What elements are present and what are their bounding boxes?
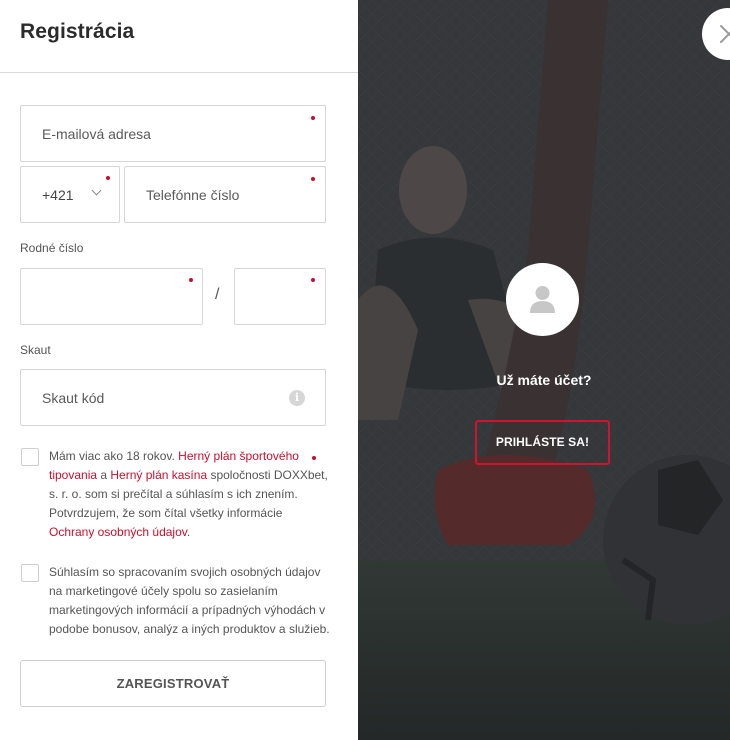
dark-overlay <box>358 0 730 740</box>
phone-prefix-value: +421 <box>42 187 74 203</box>
page-title: Registrácia <box>20 20 135 43</box>
casino-plan-link[interactable]: Herný plán kasína <box>110 468 207 482</box>
register-button[interactable]: ZAREGISTROVAŤ <box>20 660 326 707</box>
existing-account-question: Už máte účet? <box>496 372 592 388</box>
consent-text: a <box>97 468 111 482</box>
marketing-consent-text: Súhlasím so spracovaním svojich osobných… <box>49 565 330 636</box>
close-icon <box>720 25 730 43</box>
scout-code-field[interactable]: Skaut kód i <box>20 369 326 426</box>
marketing-consent-checkbox[interactable] <box>21 564 39 582</box>
required-marker <box>106 176 110 180</box>
scout-placeholder: Skaut kód <box>42 390 105 406</box>
required-marker <box>311 116 315 120</box>
consent-text: Mám viac ako 18 rokov. <box>49 449 179 463</box>
privacy-policy-link[interactable]: Ochrany osobných údajov <box>49 525 187 539</box>
required-marker <box>311 278 315 282</box>
avatar <box>506 263 579 336</box>
age-terms-text: Mám viac ako 18 rokov. Herný plán športo… <box>49 447 331 542</box>
registration-panel: Registrácia E-mailová adresa +421 Telefó… <box>0 0 358 740</box>
email-field[interactable]: E-mailová adresa <box>20 105 326 162</box>
phone-prefix-select[interactable]: +421 <box>20 166 120 223</box>
birth-number-separator: / <box>215 286 220 303</box>
info-icon[interactable]: i <box>289 390 305 406</box>
consent-text: . <box>186 525 191 539</box>
scout-label: Skaut <box>20 343 51 357</box>
required-marker <box>312 456 316 460</box>
required-marker <box>189 278 193 282</box>
login-panel: Už máte účet? PRIHLÁSTE SA! <box>358 0 730 740</box>
phone-number-field[interactable]: Telefónne číslo <box>124 166 326 223</box>
header-divider <box>0 72 358 73</box>
birth-number-second-field[interactable] <box>234 268 326 325</box>
login-button[interactable]: PRIHLÁSTE SA! <box>475 420 610 465</box>
user-icon <box>530 286 555 313</box>
birth-number-label: Rodné číslo <box>20 241 84 255</box>
birth-number-first-field[interactable] <box>20 268 203 325</box>
chevron-down-icon <box>91 185 102 196</box>
required-marker <box>311 177 315 181</box>
phone-placeholder: Telefónne číslo <box>146 187 240 203</box>
age-terms-checkbox[interactable] <box>21 448 39 466</box>
email-placeholder: E-mailová adresa <box>42 126 151 142</box>
